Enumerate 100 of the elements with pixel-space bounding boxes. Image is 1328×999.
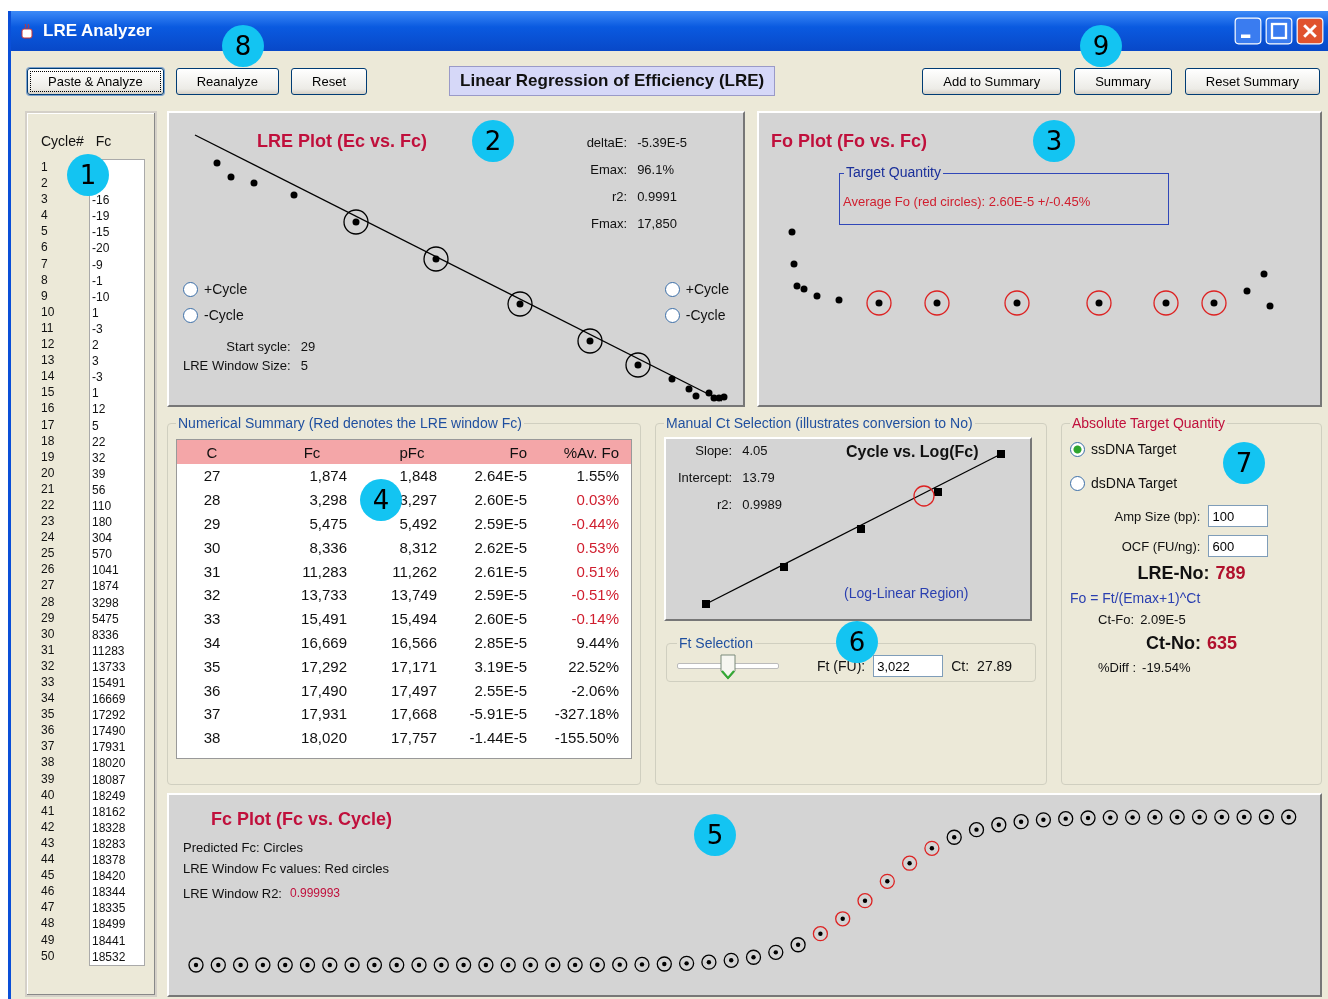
cycle-number: 49 (41, 931, 56, 948)
maximize-icon[interactable] (1265, 17, 1293, 45)
toolbar-button[interactable]: Reset Summary (1184, 67, 1320, 95)
group-legend: Absolute Target Quantity (1070, 415, 1228, 431)
circled-data-point (857, 893, 873, 909)
table-cell: 8,312 (399, 538, 437, 556)
group-legend: Target Quantity (844, 164, 943, 180)
table-cell: 37 (203, 705, 221, 723)
circled-data-point (500, 957, 516, 973)
fc-value: 18420 (92, 869, 126, 884)
circled-data-point (1147, 809, 1163, 825)
toolbar-button[interactable]: Add to Summary (922, 67, 1062, 95)
cycle-number: 41 (41, 802, 56, 819)
circled-data-point (723, 952, 739, 968)
circled-data-point (589, 957, 606, 973)
column-header: %Av. Fo (562, 443, 619, 461)
circled-data-point (1201, 290, 1227, 316)
table-cell: 2.60E-5 (474, 610, 527, 628)
input-field[interactable]: 600 (1208, 535, 1269, 557)
group-legend: Ft Selection (677, 635, 755, 651)
toolbar-button[interactable]: Reanalyze (175, 67, 280, 95)
plot-title: Fc Plot (Fc vs. Cycle) (211, 809, 393, 830)
fc-value: 110 (92, 498, 112, 513)
fc-value: 18378 (92, 853, 126, 868)
table-cell: 38 (203, 729, 221, 747)
cycle-number: 21 (41, 480, 56, 497)
data-point (1260, 270, 1268, 278)
table-cell: 3,298 (309, 491, 347, 509)
fc-value: -9 (92, 257, 103, 272)
cycle-number: 43 (41, 834, 56, 852)
circled-data-point (433, 957, 449, 973)
column-header: Cycle# (41, 133, 84, 149)
cycle-number: 19 (41, 448, 56, 465)
data-point (934, 488, 942, 496)
data-point (780, 563, 788, 571)
slider-thumb[interactable] (720, 654, 736, 680)
fc-value: 11283 (92, 643, 125, 658)
toolbar-button[interactable]: Paste & Analyze (27, 67, 164, 95)
result-value: -19.54% (1142, 660, 1191, 675)
info-value: 5 (300, 358, 309, 373)
circled-data-point (968, 822, 985, 838)
data-point (250, 179, 258, 187)
table-cell: 0.51% (576, 562, 619, 580)
table-cell: 13,749 (391, 586, 437, 604)
table-cell: 16,669 (301, 633, 347, 651)
fc-value: 18499 (92, 917, 126, 932)
table-cell: 8,336 (309, 538, 347, 556)
cycle-number: 38 (41, 754, 56, 771)
circled-data-point (1035, 812, 1052, 828)
table-cell: 11,283 (302, 562, 347, 580)
cycle-number: 34 (41, 690, 56, 707)
circled-data-point (678, 955, 695, 971)
toolbar-button[interactable]: Summary (1074, 67, 1172, 95)
circled-data-point (478, 957, 494, 973)
radio-option[interactable]: +Cycle (664, 281, 729, 297)
data-point (1266, 302, 1274, 310)
legend-text: Predicted Fc: Circles (183, 840, 304, 855)
fc-value: 18020 (92, 756, 126, 771)
stat-label: Emax: (589, 162, 628, 177)
radio-option[interactable]: -Cycle (183, 307, 248, 323)
circled-data-point (1191, 809, 1208, 825)
result-label: Ct-Fo: (1098, 612, 1135, 627)
fc-value: 5475 (92, 611, 119, 626)
circled-data-point (1013, 814, 1029, 830)
table-cell: 29 (203, 515, 221, 532)
input-field[interactable]: 100 (1208, 505, 1269, 527)
ct-label: Ct: (951, 658, 970, 674)
cycle-number: 48 (41, 915, 56, 932)
cycle-number: 10 (41, 303, 56, 320)
stat-value: 0.9991 (637, 189, 678, 204)
cycle-number: 3 (41, 191, 49, 208)
data-point (702, 600, 710, 608)
circled-data-point (366, 957, 383, 973)
cycle-number: 40 (41, 786, 56, 803)
table-cell: 17,757 (391, 729, 437, 747)
toolbar-button[interactable]: Reset (291, 67, 368, 95)
radio-option[interactable]: +Cycle (183, 281, 248, 297)
minimize-icon[interactable] (1234, 17, 1262, 45)
close-icon[interactable] (1296, 17, 1324, 45)
table-cell: 2.60E-5 (474, 491, 527, 509)
table-cell: -0.14% (571, 610, 619, 628)
circled-data-point (188, 957, 204, 973)
table-cell: 33 (203, 610, 221, 628)
circled-data-point (634, 956, 650, 973)
fc-value: 18335 (92, 901, 126, 916)
result-value: 635 (1206, 633, 1237, 654)
table-cell: 32 (203, 586, 221, 604)
cycle-number: 20 (41, 464, 56, 481)
circled-data-point (522, 957, 539, 973)
cycle-number: 23 (41, 513, 56, 530)
fc-value: -3 (92, 321, 103, 336)
ft-input-field[interactable]: 3,022 (873, 655, 944, 677)
stat-value: 96.1% (637, 162, 675, 177)
circled-data-point (255, 957, 271, 973)
radio-option[interactable]: -Cycle (664, 307, 729, 323)
result-value: 2.09E-5 (1140, 612, 1186, 627)
cycle-number: 30 (41, 625, 56, 642)
column-header: Fo (508, 443, 527, 461)
circled-data-point (790, 937, 806, 953)
fc-value: 22 (92, 434, 106, 449)
